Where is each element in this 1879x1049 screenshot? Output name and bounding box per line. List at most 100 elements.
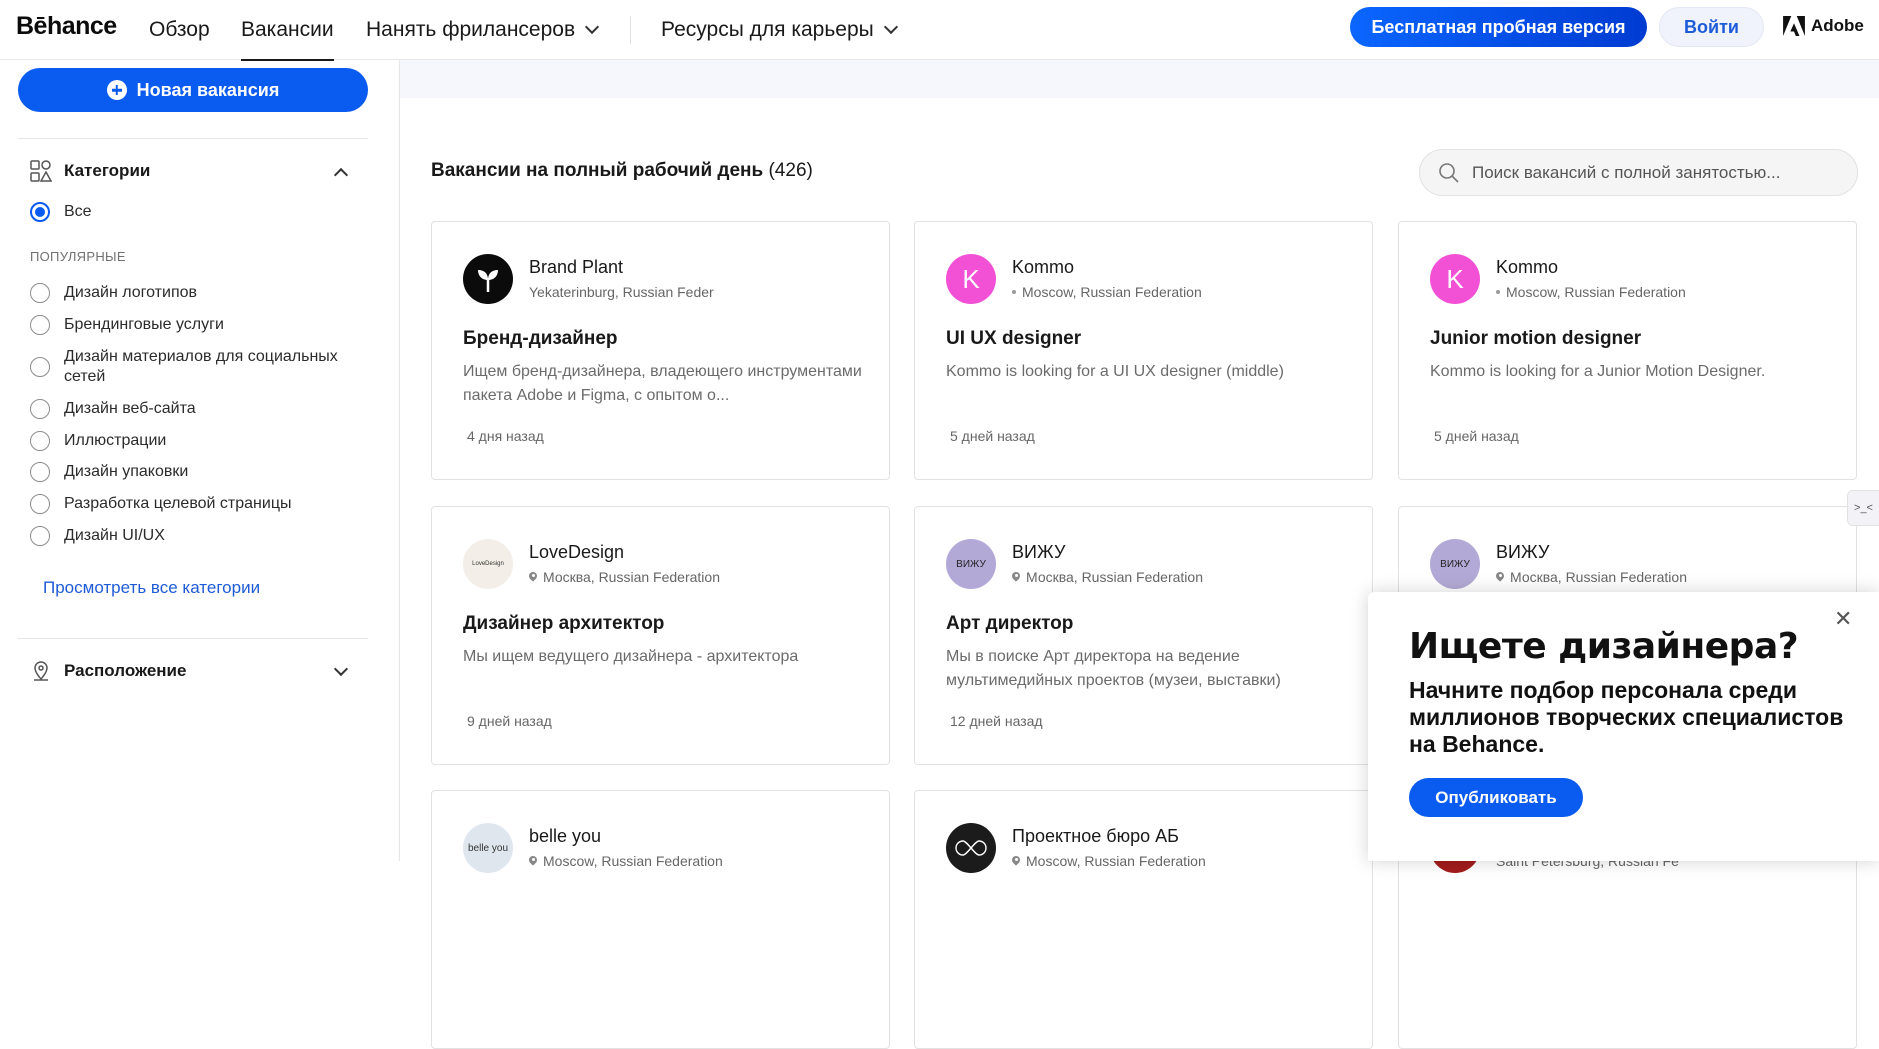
side-widget-tab[interactable]: >_< <box>1847 490 1879 526</box>
radio-button[interactable] <box>30 494 50 514</box>
chevron-up-icon[interactable] <box>333 167 349 183</box>
category-label: Дизайн UI/UX <box>64 527 165 544</box>
job-location: Москва, Russian Federation <box>1496 569 1687 585</box>
job-title[interactable]: Дизайнер архитектор <box>463 613 664 635</box>
divider <box>18 138 368 139</box>
company-name[interactable]: LoveDesign <box>529 542 624 563</box>
job-location: Moscow, Russian Federation <box>1496 284 1686 300</box>
location-header[interactable]: Расположение <box>30 660 186 682</box>
job-location: Yekaterinburg, Russian Feder <box>529 284 714 300</box>
company-name[interactable]: Проектное бюро АБ <box>1012 826 1179 847</box>
company-name[interactable]: Kommo <box>1012 257 1074 278</box>
categories-icon <box>30 160 52 182</box>
chevron-down-icon[interactable] <box>333 661 349 677</box>
company-name[interactable]: ВИЖУ <box>1012 542 1065 563</box>
search-icon <box>1439 162 1459 183</box>
company-name[interactable]: ВИЖУ <box>1496 542 1549 563</box>
job-card[interactable]: LoveDesign LoveDesign Москва, Russian Fe… <box>431 506 890 765</box>
job-location: Moscow, Russian Federation <box>1012 853 1206 869</box>
jobs-count: (426) <box>768 160 813 181</box>
radio-button[interactable] <box>30 357 50 377</box>
nav-jobs[interactable]: Вакансии <box>241 16 334 61</box>
radio-button[interactable] <box>30 462 50 482</box>
location-text: Yekaterinburg, Russian Feder <box>529 284 714 300</box>
adobe-label: Adobe <box>1811 16 1864 35</box>
job-location: Moscow, Russian Federation <box>1012 284 1202 300</box>
bullet-icon <box>1012 290 1016 294</box>
chevron-down-icon <box>883 19 898 35</box>
company-name[interactable]: belle you <box>529 826 601 847</box>
company-avatar: K <box>1430 254 1480 304</box>
location-pin-icon <box>1012 856 1020 867</box>
close-icon[interactable]: ✕ <box>1834 606 1852 632</box>
radio-button[interactable] <box>30 431 50 451</box>
infinity-logo-icon <box>955 840 987 856</box>
company-avatar <box>463 254 513 304</box>
location-text: Москва, Russian Federation <box>1026 569 1203 585</box>
categories-header[interactable]: Категории <box>30 160 150 182</box>
job-location: Moscow, Russian Federation <box>529 853 723 869</box>
radio-button[interactable] <box>30 202 50 222</box>
bullet-icon <box>1496 290 1500 294</box>
category-label: Дизайн веб-сайта <box>64 400 196 417</box>
free-trial-button[interactable]: Бесплатная пробная версия <box>1350 7 1647 47</box>
location-text: Москва, Russian Federation <box>543 569 720 585</box>
popup-heading: Ищете дизайнера? <box>1409 626 1799 667</box>
category-ui-ux[interactable]: Дизайн UI/UX <box>30 526 370 546</box>
location-pin-icon <box>1012 572 1020 583</box>
category-logo-design[interactable]: Дизайн логотипов <box>30 283 370 303</box>
nav-divider <box>630 16 631 44</box>
job-title[interactable]: Арт директор <box>946 613 1073 635</box>
login-button[interactable]: Войти <box>1659 7 1764 47</box>
category-branding[interactable]: Брендинговые услуги <box>30 315 370 335</box>
radio-button[interactable] <box>30 283 50 303</box>
category-illustration[interactable]: Иллюстрации <box>30 431 370 451</box>
location-text: Moscow, Russian Federation <box>1026 853 1206 869</box>
job-title[interactable]: Junior motion designer <box>1430 328 1641 350</box>
job-card[interactable]: K Kommo Moscow, Russian Federation Junio… <box>1398 221 1857 480</box>
company-name[interactable]: Brand Plant <box>529 257 623 278</box>
category-packaging[interactable]: Дизайн упаковки <box>30 462 370 482</box>
nav-career-resources[interactable]: Ресурсы для карьеры <box>661 16 898 44</box>
category-website[interactable]: Дизайн веб-сайта <box>30 399 370 419</box>
category-social-media[interactable]: Дизайн материалов для социальных сетей <box>30 347 360 387</box>
nav-hire-freelancers[interactable]: Нанять фрилансеров <box>366 16 600 44</box>
top-banner-strip <box>400 60 1879 98</box>
avatar-logo-text: ВИЖУ <box>1440 558 1470 570</box>
view-all-categories-link[interactable]: Просмотреть все категории <box>43 578 260 598</box>
category-landing-page[interactable]: Разработка целевой страницы <box>30 494 370 514</box>
nav-overview[interactable]: Обзор <box>149 16 210 44</box>
new-job-button[interactable]: Новая вакансия <box>18 68 368 112</box>
company-avatar: ВИЖУ <box>1430 539 1480 589</box>
leaf-sprout-icon <box>478 270 498 292</box>
job-card[interactable]: Проектное бюро АБ Moscow, Russian Federa… <box>914 790 1373 1049</box>
job-title[interactable]: Бренд-дизайнер <box>463 328 618 350</box>
radio-button[interactable] <box>30 315 50 335</box>
behance-logo[interactable]: Bēhance <box>16 12 117 41</box>
adobe-link[interactable]: Adobe <box>1783 16 1864 36</box>
job-location: Москва, Russian Federation <box>529 569 720 585</box>
job-description: Ищем бренд-дизайнера, владеющего инструм… <box>463 363 862 404</box>
job-card[interactable]: K Kommo Moscow, Russian Federation UI UX… <box>914 221 1373 480</box>
company-avatar: ВИЖУ <box>946 539 996 589</box>
job-search-box[interactable] <box>1419 149 1858 196</box>
publish-button[interactable]: Опубликовать <box>1409 778 1583 817</box>
job-card[interactable]: Brand Plant Yekaterinburg, Russian Feder… <box>431 221 890 480</box>
job-card[interactable]: ВИЖУ ВИЖУ Москва, Russian Federation Арт… <box>914 506 1373 765</box>
company-avatar: LoveDesign <box>463 539 513 589</box>
category-label: Разработка целевой страницы <box>64 495 292 512</box>
job-posted-time: 5 дней назад <box>1434 428 1519 444</box>
popup-text: Начните подбор персонала среди миллионов… <box>1409 677 1844 757</box>
radio-button[interactable] <box>30 399 50 419</box>
category-label: Дизайн логотипов <box>64 284 197 301</box>
job-title[interactable]: UI UX designer <box>946 328 1081 350</box>
company-name[interactable]: Kommo <box>1496 257 1558 278</box>
job-search-input[interactable] <box>1472 162 1852 183</box>
job-description: Kommo is looking for a UI UX designer (m… <box>946 363 1284 380</box>
category-all[interactable]: Все <box>30 202 370 222</box>
radio-button[interactable] <box>30 526 50 546</box>
avatar-logo-text: ВИЖУ <box>956 558 986 570</box>
job-card[interactable]: belle you belle you Moscow, Russian Fede… <box>431 790 890 1049</box>
location-pin-icon <box>529 856 537 867</box>
avatar-letter: K <box>1446 263 1464 294</box>
